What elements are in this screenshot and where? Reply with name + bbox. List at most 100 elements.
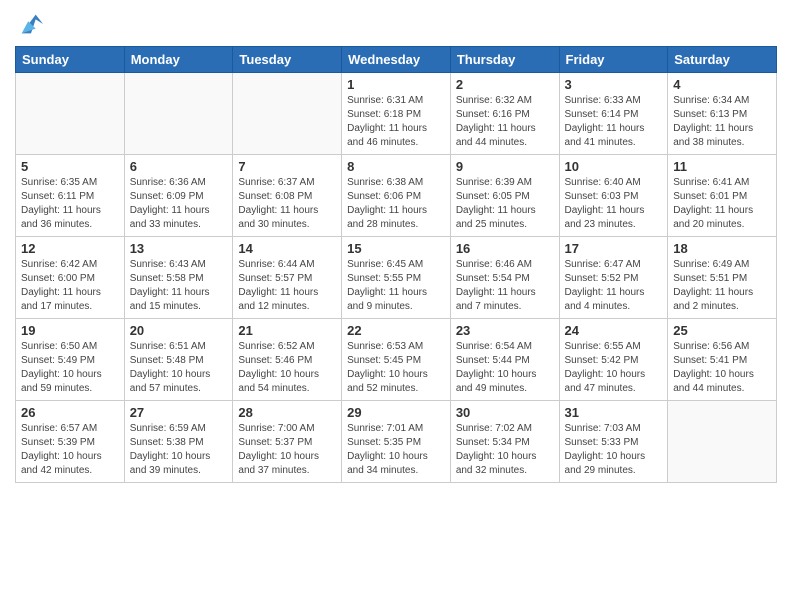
calendar: Sunday Monday Tuesday Wednesday Thursday…	[15, 46, 777, 483]
day-info: Sunrise: 6:55 AM Sunset: 5:42 PM Dayligh…	[565, 340, 663, 396]
day-number: 22	[347, 323, 445, 338]
table-row: 28Sunrise: 7:00 AM Sunset: 5:37 PM Dayli…	[233, 401, 342, 483]
table-row: 12 Sunrise: 6:42 AM Sunset: 6:00 PM Dayli…	[16, 237, 125, 319]
day-number: 1	[347, 77, 445, 92]
page: Sunday Monday Tuesday Wednesday Thursday…	[0, 0, 792, 612]
day-info: Sunrise: 6:36 AM Sunset: 6:09 PM Dayligh…	[130, 176, 228, 232]
day-number: 21	[238, 323, 336, 338]
table-row: 15 Sunrise: 6:45 AM Sunset: 5:55 PM Dayli…	[342, 237, 451, 319]
day-info: Sunrise: 6:51 AM Sunset: 5:48 PM Dayligh…	[130, 340, 228, 396]
day-info: Sunrise: 6:41 AM Sunset: 6:01 PM Dayligh…	[673, 176, 771, 232]
day-info: Sunrise: 6:35 AM Sunset: 6:11 PM Dayligh…	[21, 176, 119, 232]
day-info: Sunrise: 6:57 AM Sunset: 5:39 PM Dayligh…	[21, 422, 119, 478]
table-row	[124, 73, 233, 155]
day-info: Sunrise: 6:39 AM Sunset: 6:05 PM Dayligh…	[456, 176, 554, 232]
table-row: 20Sunrise: 6:51 AM Sunset: 5:48 PM Dayli…	[124, 319, 233, 401]
day-info: Sunrise: 6:52 AM Sunset: 5:46 PM Dayligh…	[238, 340, 336, 396]
day-info: Sunrise: 6:44 AM Sunset: 5:57 PM Dayligh…	[238, 258, 336, 314]
table-row: 8 Sunrise: 6:38 AM Sunset: 6:06 PM Daylig…	[342, 155, 451, 237]
day-number: 11	[673, 159, 771, 174]
calendar-week-2: 5 Sunrise: 6:35 AM Sunset: 6:11 PM Daylig…	[16, 155, 777, 237]
day-number: 10	[565, 159, 663, 174]
table-row: 18Sunrise: 6:49 AM Sunset: 5:51 PM Dayli…	[668, 237, 777, 319]
day-info: Sunrise: 6:56 AM Sunset: 5:41 PM Dayligh…	[673, 340, 771, 396]
day-number: 4	[673, 77, 771, 92]
logo-icon	[17, 10, 45, 38]
day-info: Sunrise: 6:47 AM Sunset: 5:52 PM Dayligh…	[565, 258, 663, 314]
logo	[15, 10, 45, 38]
day-number: 9	[456, 159, 554, 174]
day-info: Sunrise: 6:43 AM Sunset: 5:58 PM Dayligh…	[130, 258, 228, 314]
header	[15, 10, 777, 38]
table-row: 5 Sunrise: 6:35 AM Sunset: 6:11 PM Daylig…	[16, 155, 125, 237]
day-number: 23	[456, 323, 554, 338]
day-info: Sunrise: 6:37 AM Sunset: 6:08 PM Dayligh…	[238, 176, 336, 232]
day-number: 25	[673, 323, 771, 338]
day-number: 29	[347, 405, 445, 420]
table-row: 3Sunrise: 6:33 AM Sunset: 6:14 PM Daylig…	[559, 73, 668, 155]
calendar-week-3: 12 Sunrise: 6:42 AM Sunset: 6:00 PM Dayli…	[16, 237, 777, 319]
table-row: 27Sunrise: 6:59 AM Sunset: 5:38 PM Dayli…	[124, 401, 233, 483]
table-row: 19Sunrise: 6:50 AM Sunset: 5:49 PM Dayli…	[16, 319, 125, 401]
table-row: 10 Sunrise: 6:40 AM Sunset: 6:03 PM Dayli…	[559, 155, 668, 237]
table-row	[233, 73, 342, 155]
col-monday: Monday	[124, 47, 233, 73]
calendar-week-5: 26 Sunrise: 6:57 AM Sunset: 5:39 PM Dayli…	[16, 401, 777, 483]
calendar-week-1: 1 Sunrise: 6:31 AM Sunset: 6:18 PM Daylig…	[16, 73, 777, 155]
day-info: Sunrise: 6:31 AM Sunset: 6:18 PM Dayligh…	[347, 94, 445, 150]
table-row: 23 Sunrise: 6:54 AM Sunset: 5:44 PM Dayli…	[450, 319, 559, 401]
day-number: 24	[565, 323, 663, 338]
day-number: 6	[130, 159, 228, 174]
calendar-header-row: Sunday Monday Tuesday Wednesday Thursday…	[16, 47, 777, 73]
day-number: 13	[130, 241, 228, 256]
table-row: 30 Sunrise: 7:02 AM Sunset: 5:34 PM Dayli…	[450, 401, 559, 483]
day-number: 28	[238, 405, 336, 420]
table-row: 29 Sunrise: 7:01 AM Sunset: 5:35 PM Dayli…	[342, 401, 451, 483]
table-row: 6 Sunrise: 6:36 AM Sunset: 6:09 PM Daylig…	[124, 155, 233, 237]
col-thursday: Thursday	[450, 47, 559, 73]
table-row: 16 Sunrise: 6:46 AM Sunset: 5:54 PM Dayli…	[450, 237, 559, 319]
day-info: Sunrise: 6:54 AM Sunset: 5:44 PM Dayligh…	[456, 340, 554, 396]
day-info: Sunrise: 6:32 AM Sunset: 6:16 PM Dayligh…	[456, 94, 554, 150]
day-number: 8	[347, 159, 445, 174]
day-info: Sunrise: 6:42 AM Sunset: 6:00 PM Dayligh…	[21, 258, 119, 314]
day-number: 31	[565, 405, 663, 420]
day-number: 19	[21, 323, 119, 338]
table-row: 1 Sunrise: 6:31 AM Sunset: 6:18 PM Daylig…	[342, 73, 451, 155]
col-tuesday: Tuesday	[233, 47, 342, 73]
day-info: Sunrise: 7:02 AM Sunset: 5:34 PM Dayligh…	[456, 422, 554, 478]
table-row: 31 Sunrise: 7:03 AM Sunset: 5:33 PM Dayli…	[559, 401, 668, 483]
day-info: Sunrise: 6:46 AM Sunset: 5:54 PM Dayligh…	[456, 258, 554, 314]
day-info: Sunrise: 6:34 AM Sunset: 6:13 PM Dayligh…	[673, 94, 771, 150]
col-friday: Friday	[559, 47, 668, 73]
table-row: 22 Sunrise: 6:53 AM Sunset: 5:45 PM Dayli…	[342, 319, 451, 401]
day-info: Sunrise: 6:45 AM Sunset: 5:55 PM Dayligh…	[347, 258, 445, 314]
day-info: Sunrise: 6:40 AM Sunset: 6:03 PM Dayligh…	[565, 176, 663, 232]
day-info: Sunrise: 7:03 AM Sunset: 5:33 PM Dayligh…	[565, 422, 663, 478]
table-row: 14Sunrise: 6:44 AM Sunset: 5:57 PM Dayli…	[233, 237, 342, 319]
col-saturday: Saturday	[668, 47, 777, 73]
table-row: 13 Sunrise: 6:43 AM Sunset: 5:58 PM Dayli…	[124, 237, 233, 319]
col-sunday: Sunday	[16, 47, 125, 73]
day-info: Sunrise: 6:33 AM Sunset: 6:14 PM Dayligh…	[565, 94, 663, 150]
calendar-week-4: 19Sunrise: 6:50 AM Sunset: 5:49 PM Dayli…	[16, 319, 777, 401]
day-info: Sunrise: 6:38 AM Sunset: 6:06 PM Dayligh…	[347, 176, 445, 232]
col-wednesday: Wednesday	[342, 47, 451, 73]
day-number: 30	[456, 405, 554, 420]
day-number: 16	[456, 241, 554, 256]
day-number: 5	[21, 159, 119, 174]
table-row: 4 Sunrise: 6:34 AM Sunset: 6:13 PM Daylig…	[668, 73, 777, 155]
day-number: 18	[673, 241, 771, 256]
table-row: 21 Sunrise: 6:52 AM Sunset: 5:46 PM Dayli…	[233, 319, 342, 401]
table-row	[668, 401, 777, 483]
day-number: 15	[347, 241, 445, 256]
table-row: 24 Sunrise: 6:55 AM Sunset: 5:42 PM Dayli…	[559, 319, 668, 401]
day-number: 26	[21, 405, 119, 420]
day-info: Sunrise: 6:53 AM Sunset: 5:45 PM Dayligh…	[347, 340, 445, 396]
day-number: 12	[21, 241, 119, 256]
day-number: 27	[130, 405, 228, 420]
table-row: 17 Sunrise: 6:47 AM Sunset: 5:52 PM Dayli…	[559, 237, 668, 319]
day-number: 17	[565, 241, 663, 256]
day-info: Sunrise: 7:01 AM Sunset: 5:35 PM Dayligh…	[347, 422, 445, 478]
table-row: 2Sunrise: 6:32 AM Sunset: 6:16 PM Daylig…	[450, 73, 559, 155]
